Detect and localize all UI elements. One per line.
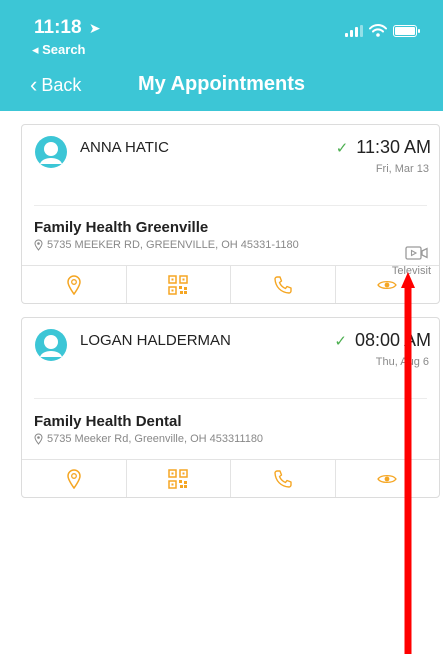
eye-icon bbox=[377, 280, 398, 289]
qr-code-button[interactable] bbox=[127, 460, 231, 497]
return-to-search[interactable]: ◂ Search bbox=[32, 42, 86, 58]
view-details-button[interactable] bbox=[336, 266, 440, 303]
clinic-address-text: 5735 Meeker Rd, Greenville, OH 453311180 bbox=[47, 433, 264, 445]
status-time-text: 11:18 bbox=[34, 17, 82, 38]
clinic-address: 5735 Meeker Rd, Greenville, OH 453311180 bbox=[34, 433, 263, 445]
app-header: 11:18 ➤ ◂ Search ‹ Back My Appointments bbox=[0, 0, 443, 111]
appointment-time: ✓ 11:30 AM bbox=[336, 137, 431, 158]
appointment-date: Fri, Mar 13 bbox=[375, 163, 429, 175]
avatar-icon bbox=[35, 136, 67, 168]
signal-icon bbox=[345, 24, 363, 37]
appointment-card[interactable]: LOGAN HALDERMAN ✓ 08:00 AM Thu, Aug 6 Fam… bbox=[21, 317, 440, 498]
appointment-time-text: 11:30 AM bbox=[356, 137, 431, 157]
patient-name: ANNA HATIC bbox=[80, 139, 169, 156]
check-icon: ✓ bbox=[334, 333, 347, 350]
status-icons bbox=[345, 24, 420, 37]
patient-name: LOGAN HALDERMAN bbox=[80, 332, 231, 349]
call-button[interactable] bbox=[231, 266, 336, 303]
view-details-button[interactable] bbox=[336, 460, 440, 497]
eye-icon bbox=[377, 474, 398, 483]
annotation-arrow bbox=[401, 272, 415, 654]
phone-icon bbox=[274, 275, 292, 294]
battery-icon bbox=[393, 24, 420, 37]
divider bbox=[34, 205, 427, 206]
card-actions bbox=[22, 459, 439, 497]
page-title: My Appointments bbox=[137, 73, 306, 95]
divider bbox=[34, 398, 427, 399]
appointment-time: ✓ 08:00 AM bbox=[334, 330, 431, 351]
pin-small-icon bbox=[34, 239, 43, 251]
qr-code-icon bbox=[168, 274, 188, 295]
appointment-card[interactable]: ANNA HATIC ✓ 11:30 AM Fri, Mar 13 Family … bbox=[21, 124, 440, 304]
qr-code-icon bbox=[168, 468, 188, 489]
phone-icon bbox=[274, 469, 292, 488]
clinic-name: Family Health Greenville bbox=[34, 219, 209, 236]
status-time: 11:18 ➤ bbox=[34, 17, 101, 39]
appointment-time-text: 08:00 AM bbox=[354, 330, 431, 350]
video-icon bbox=[405, 246, 428, 260]
directions-button[interactable] bbox=[22, 266, 127, 303]
check-icon: ✓ bbox=[335, 140, 349, 157]
avatar-icon bbox=[35, 329, 67, 361]
clinic-name: Family Health Dental bbox=[34, 413, 182, 430]
location-pin-icon bbox=[66, 468, 81, 489]
pin-small-icon bbox=[34, 433, 43, 445]
location-pin-icon bbox=[66, 274, 81, 295]
clinic-address-text: 5735 MEEKER RD, GREENVILLE, OH 45331-118… bbox=[47, 239, 299, 251]
wifi-icon bbox=[369, 24, 387, 37]
clinic-address: 5735 MEEKER RD, GREENVILLE, OH 45331-118… bbox=[34, 239, 299, 251]
location-arrow-icon: ➤ bbox=[88, 20, 101, 36]
card-actions bbox=[22, 265, 439, 303]
call-button[interactable] bbox=[231, 460, 336, 497]
qr-code-button[interactable] bbox=[127, 266, 231, 303]
directions-button[interactable] bbox=[22, 460, 127, 497]
